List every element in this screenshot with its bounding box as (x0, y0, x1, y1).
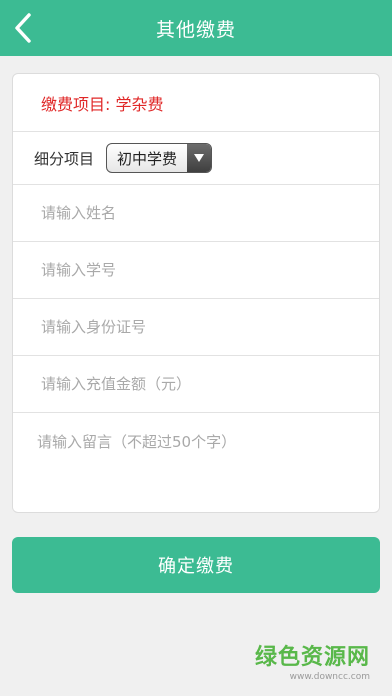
payment-form: 缴费项目: 学杂费 细分项目 初中学费 (12, 73, 380, 513)
confirm-payment-button[interactable]: 确定缴费 (12, 537, 380, 593)
back-button[interactable] (6, 8, 40, 48)
sub-item-label: 细分项目 (34, 149, 95, 168)
chevron-left-icon (15, 13, 31, 43)
name-input[interactable] (13, 185, 379, 241)
message-row (13, 413, 379, 513)
amount-input[interactable] (13, 356, 379, 412)
sub-item-select[interactable]: 初中学费 (106, 143, 213, 173)
watermark: 绿色资源网 www.downcc.com (255, 645, 370, 683)
top-bar: 其他缴费 (0, 0, 392, 56)
sub-item-select-value: 初中学费 (117, 149, 178, 168)
payment-item-row: 缴费项目: 学杂费 (13, 74, 379, 132)
watermark-text: 绿色资源网 (254, 645, 370, 670)
amount-row (13, 356, 379, 413)
triangle-down-icon (187, 144, 212, 172)
page-title: 其他缴费 (155, 18, 236, 41)
id-card-input[interactable] (13, 299, 379, 355)
watermark-url: www.downcc.com (289, 672, 370, 682)
name-row (13, 185, 379, 242)
student-id-input[interactable] (13, 242, 379, 298)
message-textarea[interactable] (13, 413, 379, 513)
payment-item-label: 缴费项目: 学杂费 (41, 94, 164, 114)
sub-item-row: 细分项目 初中学费 (13, 132, 379, 185)
student-id-row (13, 242, 379, 299)
id-card-row (13, 299, 379, 356)
